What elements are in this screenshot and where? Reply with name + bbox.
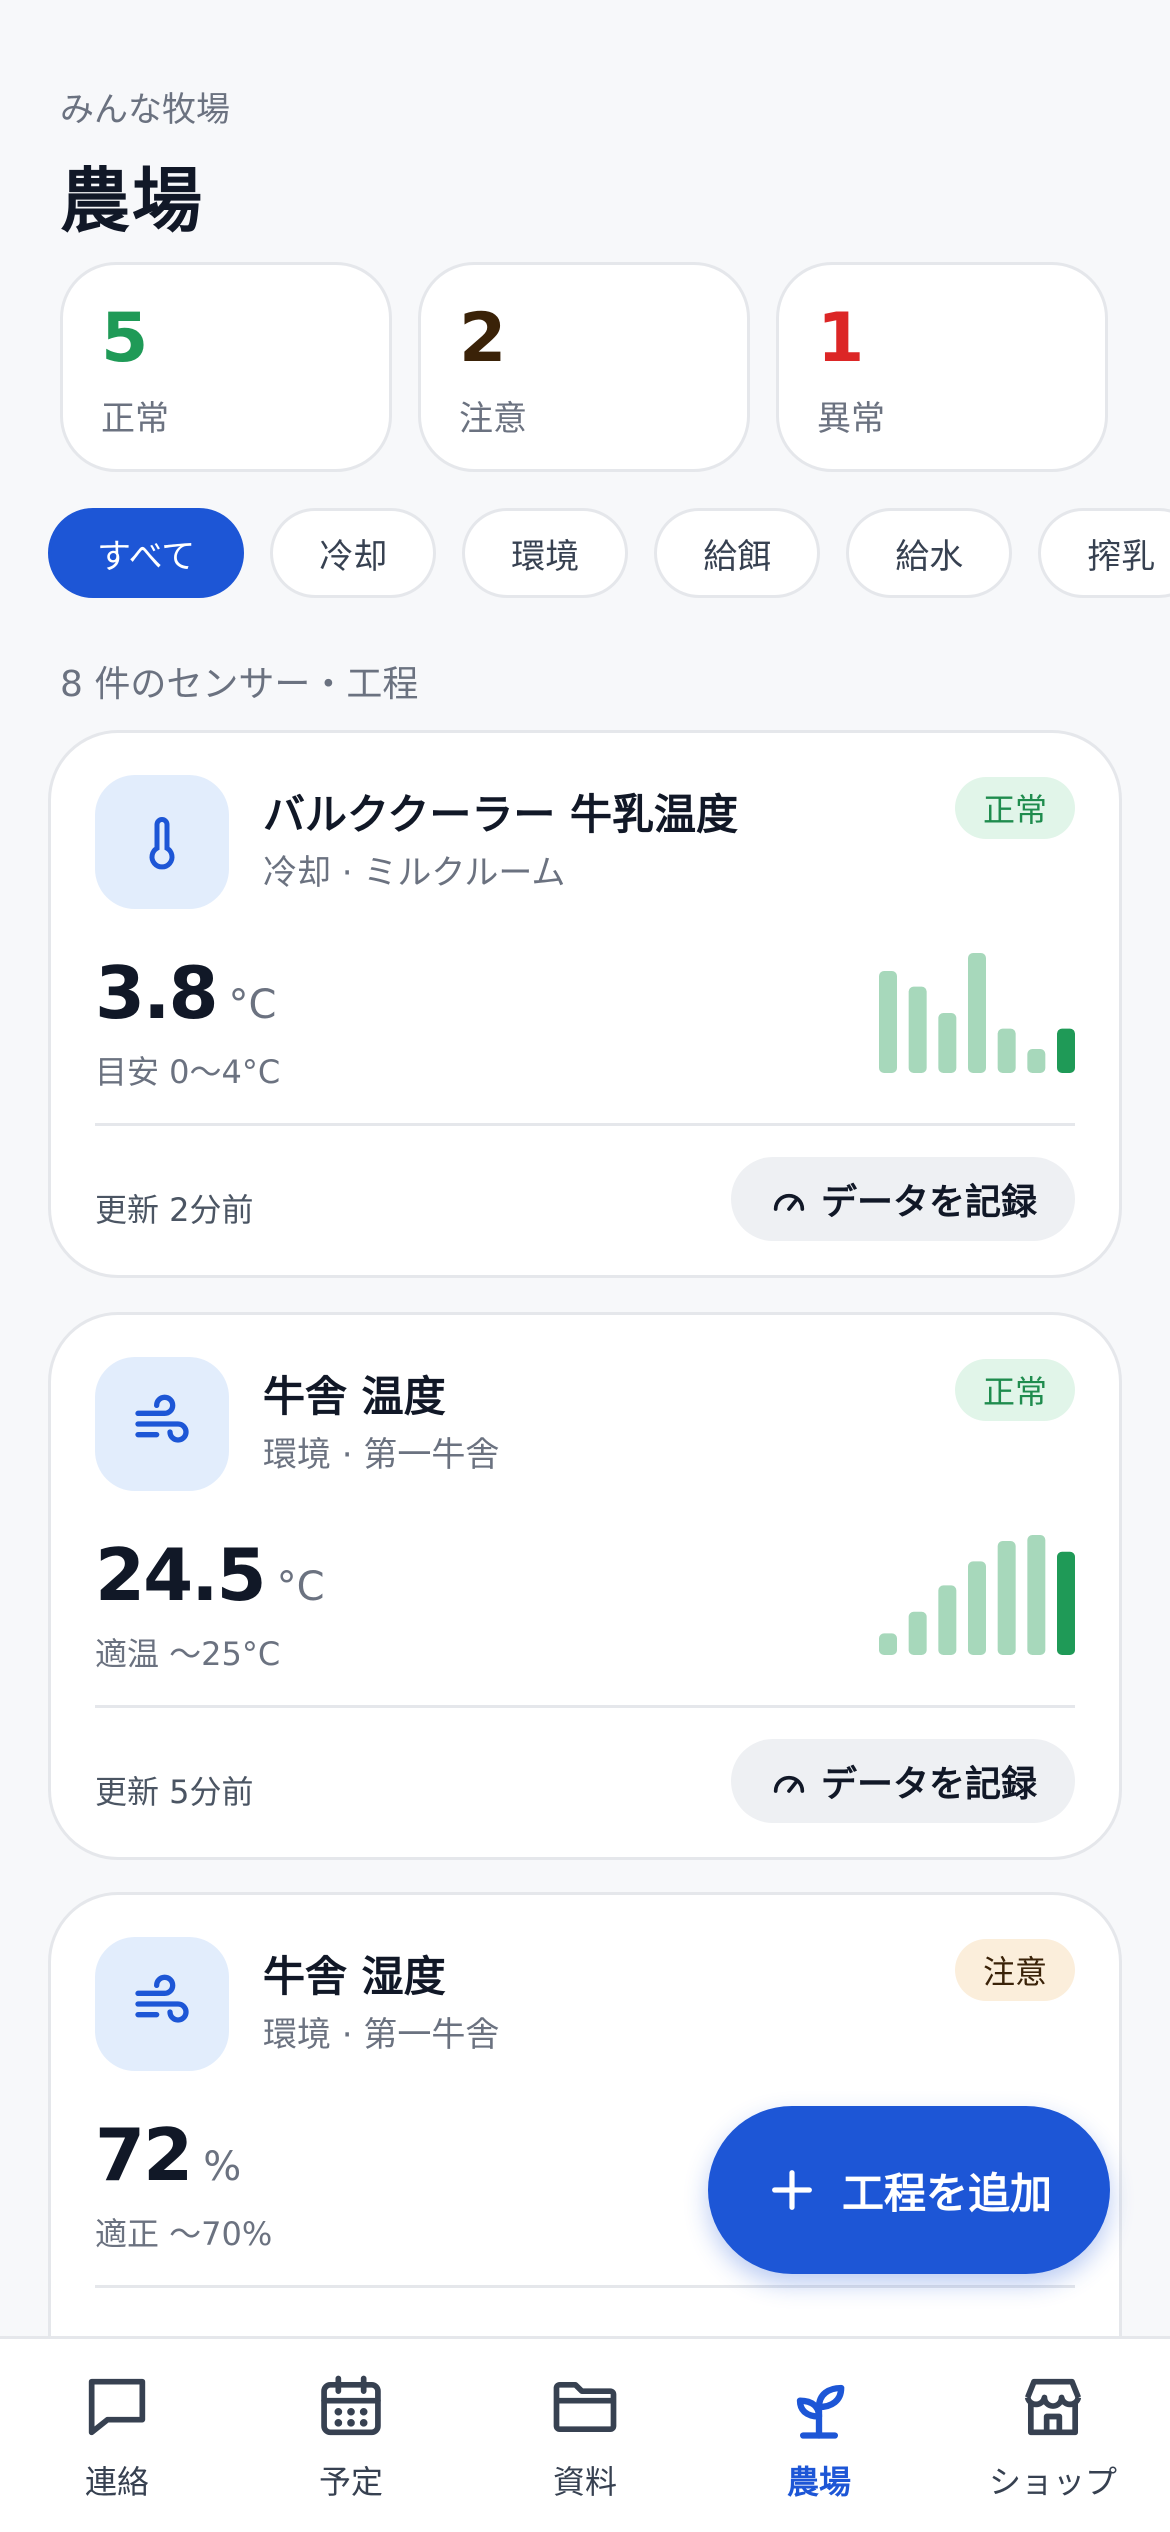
calendar-icon bbox=[321, 2375, 381, 2436]
stat-caution-label: 注意 bbox=[459, 399, 527, 439]
chat-icon bbox=[88, 2378, 146, 2436]
stat-abnormal-count: 1 bbox=[817, 299, 865, 378]
trend-bar bbox=[938, 1585, 957, 1655]
folder-icon bbox=[553, 2381, 617, 2433]
trend-bar bbox=[908, 1611, 927, 1655]
sensor-reading: 3.8 °C bbox=[95, 951, 276, 1035]
record-data-button[interactable]: データを記録 bbox=[730, 1157, 1075, 1241]
add-process-button[interactable]: 工程を追加 bbox=[708, 2106, 1110, 2274]
sensor-category: 環境 · 第一牛舎 bbox=[263, 2015, 500, 2055]
tab-messages[interactable]: 連絡 bbox=[0, 2339, 234, 2532]
tab-label: 資料 bbox=[552, 2463, 617, 2501]
filter-chips: すべて 冷却 環境 給餌 給水 搾乳 bbox=[48, 508, 1170, 598]
sensor-name: 牛舎 温度 bbox=[263, 1372, 446, 1421]
trend-bar bbox=[879, 1633, 897, 1655]
sensor-reading: 24.5 °C bbox=[95, 1533, 325, 1617]
filter-chip-feeding[interactable]: 給餌 bbox=[654, 508, 821, 598]
reading-unit: °C bbox=[276, 1564, 325, 1610]
trend-sparkline bbox=[879, 1535, 1075, 1655]
page-title: 農場 bbox=[60, 160, 204, 242]
tab-shop[interactable]: ショップ bbox=[936, 2339, 1170, 2532]
trend-bar bbox=[1057, 1028, 1075, 1073]
filter-chip-cooling[interactable]: 冷却 bbox=[270, 508, 437, 598]
filter-chip-milking[interactable]: 搾乳 bbox=[1038, 508, 1170, 598]
wind-icon bbox=[95, 1937, 229, 2071]
trend-bar bbox=[1027, 1535, 1046, 1655]
divider bbox=[95, 2285, 1075, 2288]
filter-chip-watering[interactable]: 給水 bbox=[846, 508, 1013, 598]
reading-range: 目安 0〜4°C bbox=[95, 1053, 281, 1091]
plus-icon bbox=[772, 2170, 812, 2210]
tab-schedule[interactable]: 予定 bbox=[234, 2339, 468, 2532]
reading-range: 適正 〜70% bbox=[95, 2215, 273, 2253]
record-data-label: データを記録 bbox=[820, 1764, 1037, 1805]
reading-unit: % bbox=[203, 2144, 242, 2190]
trend-bar bbox=[997, 1028, 1016, 1073]
page-header: みんな牧場 農場 bbox=[60, 82, 230, 246]
sprout-icon bbox=[796, 2384, 845, 2439]
trend-bar bbox=[968, 953, 986, 1073]
stat-caution[interactable]: 2 注意 bbox=[418, 262, 750, 472]
updated-time: 更新 2分前 bbox=[95, 1191, 254, 1229]
trend-bar bbox=[1027, 1049, 1046, 1073]
sensor-reading: 72 % bbox=[95, 2113, 241, 2197]
trend-bar bbox=[997, 1541, 1016, 1655]
stat-normal-label: 正常 bbox=[101, 399, 169, 439]
tab-label: ショップ bbox=[988, 2463, 1117, 2501]
stat-normal-count: 5 bbox=[101, 299, 149, 378]
reading-value: 3.8 bbox=[95, 951, 219, 1035]
reading-unit: °C bbox=[228, 982, 277, 1028]
gauge-icon bbox=[773, 1775, 805, 1793]
status-badge: 正常 bbox=[954, 1359, 1075, 1421]
tab-documents[interactable]: 資料 bbox=[468, 2339, 702, 2532]
trend-bar bbox=[1057, 1551, 1075, 1655]
filter-chip-all[interactable]: すべて bbox=[48, 508, 245, 598]
sensor-card[interactable]: バルククーラー 牛乳温度 冷却 · ミルクルーム 正常 3.8 °C 目安 0〜… bbox=[48, 730, 1122, 1278]
stat-abnormal[interactable]: 1 異常 bbox=[776, 262, 1108, 472]
status-badge: 注意 bbox=[954, 1939, 1075, 2001]
divider bbox=[95, 1705, 1075, 1708]
wind-icon bbox=[95, 1357, 229, 1491]
stat-abnormal-label: 異常 bbox=[817, 399, 885, 439]
organization-name: みんな牧場 bbox=[60, 90, 230, 130]
reading-range: 適温 〜25°C bbox=[95, 1635, 281, 1673]
tab-label: 予定 bbox=[318, 2463, 383, 2501]
record-data-label: データを記録 bbox=[820, 1182, 1037, 1223]
tab-farm[interactable]: 農場 bbox=[702, 2339, 936, 2532]
gauge-icon bbox=[773, 1193, 805, 1211]
sensor-card[interactable]: 牛舎 温度 環境 · 第一牛舎 正常 24.5 °C 適温 〜25°C 更新 5… bbox=[48, 1312, 1122, 1860]
thermometer-icon bbox=[95, 775, 229, 909]
sensor-name: 牛舎 湿度 bbox=[263, 1952, 446, 2001]
divider bbox=[95, 1123, 1075, 1126]
stat-caution-count: 2 bbox=[459, 299, 507, 378]
status-badge: 正常 bbox=[954, 777, 1075, 839]
add-process-label: 工程を追加 bbox=[841, 2168, 1052, 2218]
result-count: 8 件のセンサー・工程 bbox=[60, 664, 419, 705]
stat-normal[interactable]: 5 正常 bbox=[60, 262, 392, 472]
sensor-category: 環境 · 第一牛舎 bbox=[263, 1435, 500, 1475]
updated-time: 更新 5分前 bbox=[95, 1773, 254, 1811]
trend-sparkline bbox=[879, 953, 1075, 1073]
sensor-name: バルククーラー 牛乳温度 bbox=[263, 790, 738, 839]
filter-chip-environment[interactable]: 環境 bbox=[462, 508, 629, 598]
shop-icon bbox=[1024, 2378, 1082, 2436]
tab-label: 連絡 bbox=[84, 2463, 149, 2501]
trend-bar bbox=[968, 1561, 986, 1655]
reading-value: 24.5 bbox=[95, 1533, 267, 1617]
bottom-tab-bar: 連絡 予定 資料 農場 ショップ bbox=[0, 2336, 1170, 2532]
sensor-category: 冷却 · ミルクルーム bbox=[263, 853, 566, 893]
record-data-button[interactable]: データを記録 bbox=[730, 1739, 1075, 1823]
status-summary: 5 正常 2 注意 1 異常 bbox=[60, 262, 1108, 472]
tab-label: 農場 bbox=[786, 2463, 851, 2501]
trend-bar bbox=[908, 986, 927, 1073]
trend-bar bbox=[879, 971, 897, 1073]
trend-bar bbox=[938, 1013, 957, 1073]
reading-value: 72 bbox=[95, 2113, 193, 2197]
